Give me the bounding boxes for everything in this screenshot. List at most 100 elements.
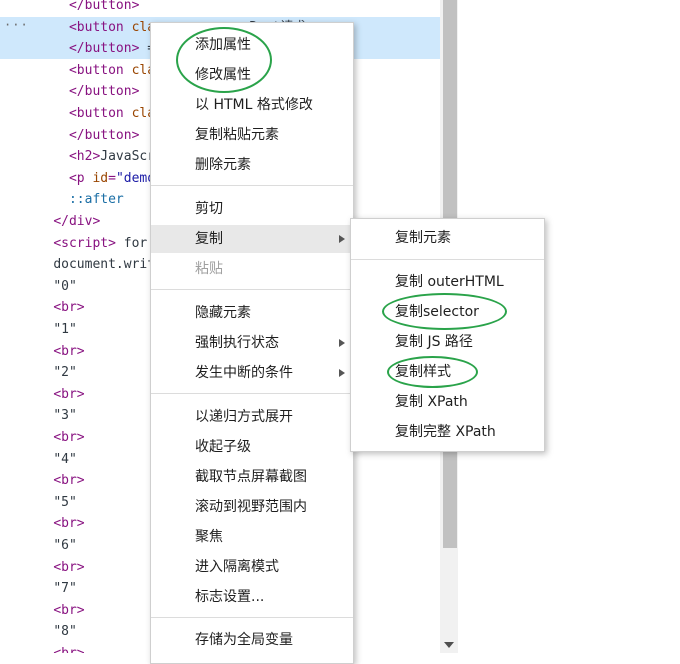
code-token: <br>	[53, 602, 85, 618]
code-token: "4"	[53, 451, 77, 467]
code-token: </div>	[53, 214, 101, 229]
menu-item-delete-element[interactable]: 删除元素	[151, 151, 353, 179]
code-token: "7"	[53, 581, 77, 597]
menu-item-expand-recursively[interactable]: 以递归方式展开	[151, 403, 353, 431]
menu-item-enter-isolation-mode[interactable]: 进入隔离模式	[151, 553, 353, 581]
submenu-item-copy-xpath[interactable]: 复制 XPath	[351, 388, 544, 416]
menu-separator	[151, 185, 353, 186]
code-token: </button>	[68, 0, 140, 13]
code-token: document.writ	[53, 257, 156, 273]
scroll-down-arrow-icon[interactable]	[444, 642, 454, 648]
code-token: <br>	[53, 300, 85, 316]
menu-item-scroll-into-view[interactable]: 滚动到视野范围内	[151, 493, 353, 521]
code-token: <br>	[53, 386, 85, 402]
code-token: "2"	[53, 365, 77, 381]
code-token: </button>	[68, 84, 140, 100]
menu-item-cut[interactable]: 剪切	[151, 195, 353, 223]
menu-item-force-state-label: 强制执行状态	[195, 335, 279, 351]
menu-separator	[151, 393, 353, 394]
menu-item-focus[interactable]: 聚焦	[151, 523, 353, 551]
menu-item-store-as-global[interactable]: 存储为全局变量	[151, 626, 353, 654]
menu-separator	[151, 617, 353, 618]
menu-item-edit-as-html[interactable]: 以 HTML 格式修改	[151, 91, 353, 119]
code-token: <p	[68, 170, 93, 186]
code-token: id	[92, 170, 109, 186]
code-token: <h2>	[68, 149, 101, 165]
more-options-icon[interactable]: ···	[4, 18, 29, 32]
menu-item-capture-node-screenshot[interactable]: 截取节点屏幕截图	[151, 463, 353, 491]
menu-item-copy-label: 复制	[195, 231, 223, 247]
code-token: </button>	[68, 41, 140, 57]
menu-item-copy[interactable]: 复制	[151, 225, 353, 253]
code-token: "5"	[53, 494, 77, 510]
annotation-ring-attributes	[176, 27, 272, 93]
menu-item-break-on[interactable]: 发生中断的条件	[151, 359, 353, 387]
code-token: JavaScr	[100, 149, 156, 165]
menu-item-badge-settings[interactable]: 标志设置...	[151, 583, 353, 611]
submenu-item-copy-element[interactable]: 复制元素	[351, 224, 544, 252]
code-token: <br>	[53, 516, 85, 532]
code-token: <script>	[53, 235, 116, 251]
menu-item-hide-element[interactable]: 隐藏元素	[151, 299, 353, 327]
code-token: "3"	[53, 408, 77, 424]
copy-submenu: 复制元素 复制 outerHTML 复制selector 复制 JS 路径 复制…	[350, 218, 545, 452]
code-token: "1"	[53, 322, 77, 337]
menu-item-paste: 粘贴	[195, 261, 223, 277]
code-token: for	[115, 235, 148, 251]
submenu-arrow-icon	[339, 339, 345, 347]
menu-separator	[151, 289, 353, 290]
code-token: =	[108, 170, 116, 186]
menu-item-duplicate-element[interactable]: 复制粘贴元素	[151, 121, 353, 149]
context-menu: 添加属性 修改属性 以 HTML 格式修改 复制粘贴元素 删除元素 剪切 复制 …	[150, 22, 354, 664]
menu-item-break-on-label: 发生中断的条件	[195, 365, 293, 381]
code-token: <button	[68, 19, 132, 35]
code-token: <br>	[53, 430, 85, 445]
menu-item-force-state[interactable]: 强制执行状态	[151, 329, 353, 357]
menu-item-collapse-children[interactable]: 收起子级	[151, 433, 353, 461]
submenu-item-copy-outer-html[interactable]: 复制 outerHTML	[351, 268, 544, 296]
code-token: <button	[68, 106, 132, 121]
code-token: "6"	[53, 538, 77, 553]
code-token: "0"	[53, 278, 77, 294]
code-token: <br>	[53, 473, 85, 489]
code-token: <button	[68, 62, 132, 78]
code-token: <br>	[53, 343, 85, 359]
code-token: <br>	[53, 559, 85, 575]
submenu-arrow-icon	[339, 235, 345, 243]
submenu-item-copy-full-xpath[interactable]: 复制完整 XPath	[351, 418, 544, 446]
dom-tree-line[interactable]: </button>	[0, 0, 440, 16]
menu-separator	[351, 259, 544, 260]
code-token: ::after	[68, 192, 124, 208]
annotation-ring-copy-styles	[387, 356, 478, 388]
submenu-item-copy-js-path[interactable]: 复制 JS 路径	[351, 328, 544, 356]
